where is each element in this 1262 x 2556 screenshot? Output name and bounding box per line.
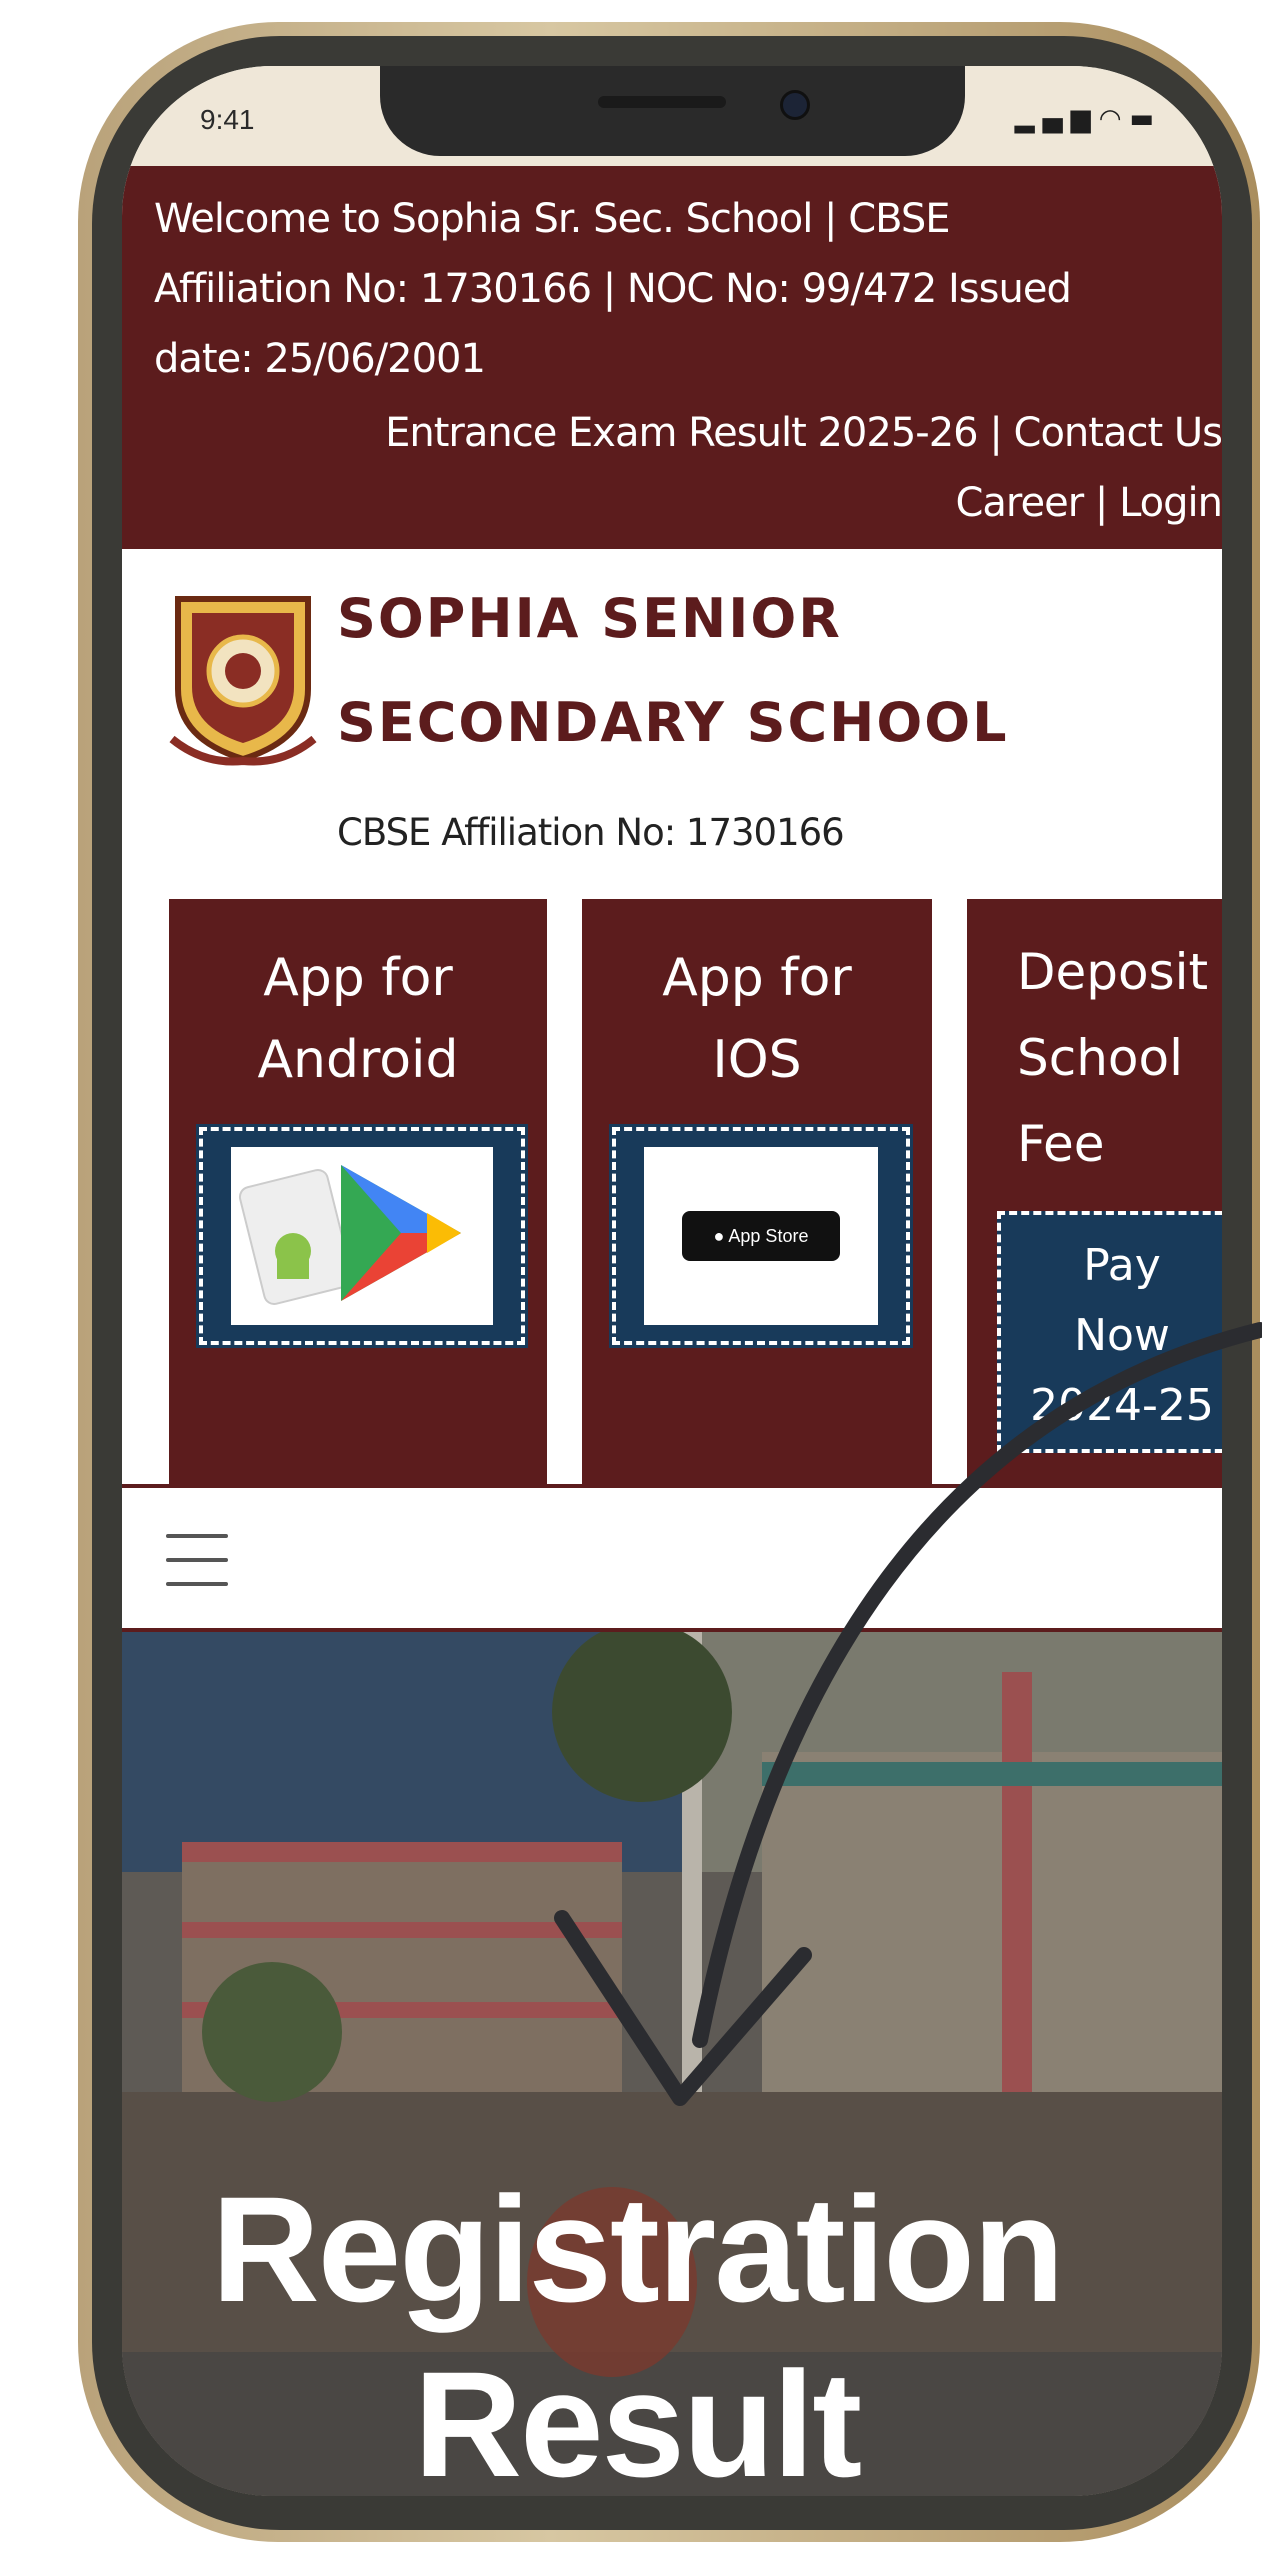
status-time: 9:41: [200, 104, 255, 135]
career-link[interactable]: Career: [955, 480, 1084, 526]
card-title: Deposit School Fee: [1017, 943, 1209, 1173]
front-camera: [780, 90, 810, 120]
battery-icon: ▬: [1129, 104, 1162, 134]
android-app-card[interactable]: App for Android: [169, 899, 547, 1484]
welcome-text: Welcome to Sophia Sr. Sec. School | CBSE…: [154, 196, 1072, 382]
hero-banner: Registration Result: [122, 1632, 1222, 2496]
school-crest-logo[interactable]: [164, 579, 322, 769]
ios-app-card[interactable]: App for IOS ● App Store: [582, 899, 932, 1484]
app-store-label: App Store: [728, 1226, 809, 1246]
google-play-icon: [238, 1165, 461, 1305]
link-separator: |: [1094, 480, 1109, 526]
signal-icon: ▂▄▆: [1014, 104, 1099, 134]
contact-us-link[interactable]: Contact Us: [1014, 410, 1222, 456]
status-icons: ▂▄▆◠▬: [1015, 104, 1162, 134]
hero-title: Registration Result: [211, 2165, 1064, 2496]
school-fee-card[interactable]: Deposit School Fee Pay Now 2024-25: [967, 899, 1222, 1484]
entrance-exam-result-link[interactable]: Entrance Exam Result 2025-26: [385, 410, 979, 456]
school-name: SOPHIA SENIOR SECONDARY SCHOOL: [337, 587, 1009, 754]
badge-frame: [231, 1147, 493, 1325]
app-store-icon: ● App Store: [682, 1211, 840, 1261]
link-separator: |: [989, 410, 1003, 456]
top-info-bar: Welcome to Sophia Sr. Sec. School | CBSE…: [122, 166, 1222, 549]
apple-icon: ●: [713, 1226, 725, 1246]
top-links-row-2: Career | Login: [122, 468, 1222, 538]
status-bar: 9:41 ▂▄▆◠▬: [122, 66, 1222, 166]
pay-now-button[interactable]: Pay Now 2024-25: [997, 1211, 1222, 1453]
affiliation-number: CBSE Affiliation No: 1730166: [337, 811, 845, 854]
speaker-grille: [598, 96, 726, 108]
login-link[interactable]: Login: [1119, 480, 1222, 526]
notch: [380, 66, 965, 156]
phone-screen: 9:41 ▂▄▆◠▬ Welcome to Sophia Sr. Sec. Sc…: [122, 66, 1222, 2496]
app-store-badge[interactable]: ● App Store: [609, 1124, 913, 1348]
google-play-badge[interactable]: [196, 1124, 528, 1348]
card-title: App for IOS: [662, 948, 852, 1090]
quick-links: App for Android App for IOS ● App Store …: [122, 879, 1222, 1484]
hamburger-icon[interactable]: [166, 1534, 228, 1586]
nav-menu-bar: [122, 1484, 1222, 1632]
top-links: Entrance Exam Result 2025-26 | Contact U…: [122, 398, 1222, 538]
badge-frame: ● App Store: [644, 1147, 878, 1325]
card-title: App for Android: [257, 948, 459, 1090]
top-links-row-1: Entrance Exam Result 2025-26 | Contact U…: [122, 398, 1222, 468]
wifi-icon: ◠: [1098, 104, 1130, 134]
site-header: SOPHIA SENIOR SECONDARY SCHOOL CBSE Affi…: [122, 549, 1222, 879]
